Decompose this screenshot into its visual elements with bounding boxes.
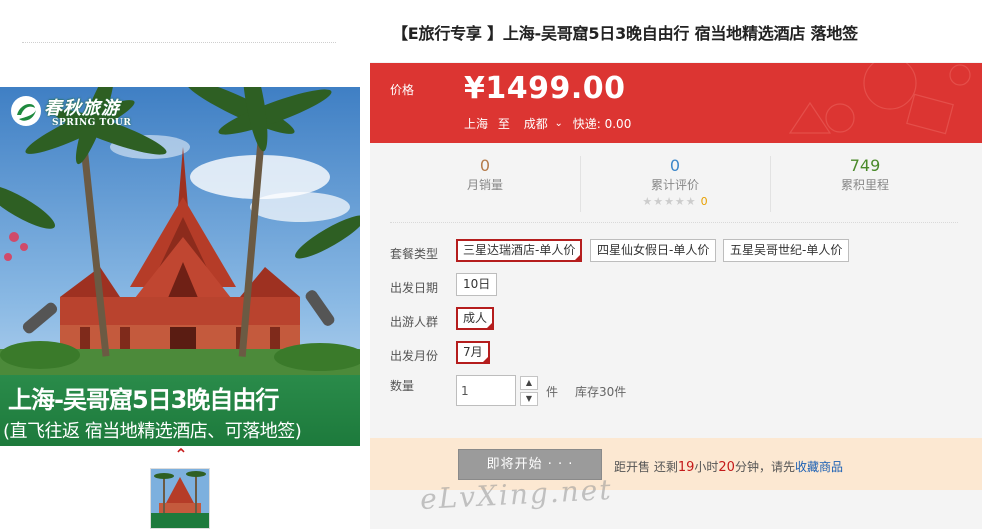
quantity-label: 数量	[390, 379, 415, 393]
rating-count: 0	[700, 195, 708, 208]
price-box: 价格 ¥1499.00 上海 至 成都 ⌄ 快递: 0.00	[370, 63, 982, 143]
spring-tour-logo-icon	[11, 96, 41, 126]
quantity-unit: 件	[546, 385, 559, 399]
ship-to-word: 至	[497, 117, 510, 131]
countdown-minutes: 20	[718, 460, 735, 475]
traveler-group-label: 出游人群	[390, 315, 439, 329]
chevron-down-icon[interactable]: ⌄	[555, 118, 563, 129]
package-type-label: 套餐类型	[390, 247, 439, 261]
quantity-up-icon[interactable]: ▲	[520, 376, 538, 390]
date-option-label: 10日	[463, 277, 491, 291]
product-main-image[interactable]: 春秋旅游 SPRING TOUR 上海-吴哥窟5日3晚自由行 (直飞往返 宿当地…	[0, 87, 360, 446]
countdown-prefix: 距开售 还剩	[614, 460, 678, 474]
divider	[22, 42, 336, 43]
quantity-down-icon[interactable]: ▼	[520, 392, 538, 406]
countdown-hours: 19	[677, 460, 695, 475]
destination-select[interactable]: 成都	[524, 115, 548, 132]
image-caption-title: 上海-吴哥窟5日3晚自由行	[8, 386, 279, 414]
thumbnail-image	[151, 469, 209, 528]
quantity-input[interactable]	[456, 375, 516, 406]
package-option-3star[interactable]: 三星达瑞酒店-单人价	[456, 239, 583, 262]
monthly-sales: 0 月销量	[390, 156, 580, 194]
star-icons: ★★★★★	[642, 195, 697, 208]
package-option-label: 三星达瑞酒店-单人价	[463, 243, 576, 257]
countdown-minutes-unit: 分钟，请先	[734, 460, 795, 474]
traveler-group-option[interactable]: 成人	[456, 307, 495, 330]
monthly-sales-value: 0	[479, 156, 491, 175]
departure-date-option[interactable]: 10日	[456, 273, 498, 296]
shipping-cost: 快递: 0.00	[572, 117, 632, 131]
price-box-pattern	[788, 63, 971, 135]
departure-date-label: 出发日期	[390, 281, 439, 295]
package-option-5star[interactable]: 五星吴哥世纪-单人价	[723, 239, 850, 262]
logo-text-cn: 春秋旅游	[44, 98, 120, 119]
departure-month-option[interactable]: 7月	[456, 341, 490, 364]
divider	[390, 222, 958, 223]
month-option-label: 7月	[463, 345, 483, 359]
mileage-points: 749 累积里程	[770, 156, 960, 194]
package-option-label: 四星仙女假日-单人价	[597, 243, 710, 257]
ship-from: 上海	[464, 117, 489, 131]
product-info-panel: 【E旅行专享 】上海-吴哥窟5日3晚自由行 宿当地精选酒店 落地签 价格 ¥14…	[370, 0, 982, 529]
mileage-label: 累积里程	[840, 178, 889, 192]
mileage-value: 749	[849, 156, 881, 175]
rating-stars: ★★★★★ 0	[580, 194, 770, 210]
stats-row: 0 月销量 0 累计评价 ★★★★★ 0 749 累积里程	[390, 148, 960, 216]
package-option-label: 五星吴哥世纪-单人价	[730, 243, 843, 257]
monthly-sales-label: 月销量	[466, 178, 503, 192]
image-caption-banner: 上海-吴哥窟5日3晚自由行 (直飞往返 宿当地精选酒店、可落地签)	[0, 375, 360, 446]
gallery-panel: 春秋旅游 SPRING TOUR 上海-吴哥窟5日3晚自由行 (直飞往返 宿当地…	[0, 0, 370, 529]
title-bar: 【E旅行专享 】上海-吴哥窟5日3晚自由行 宿当地精选酒店 落地签	[370, 0, 982, 62]
gallery-up-arrow-icon[interactable]: ⌃	[174, 447, 188, 463]
reviews[interactable]: 0 累计评价 ★★★★★ 0	[580, 156, 770, 210]
package-option-4star[interactable]: 四星仙女假日-单人价	[590, 239, 717, 262]
favorite-link[interactable]: 收藏商品	[795, 460, 843, 474]
departure-month-label: 出发月份	[390, 349, 439, 363]
countdown-hours-unit: 小时	[694, 460, 719, 474]
reviews-label: 累计评价	[650, 178, 699, 192]
logo-text-en: SPRING TOUR	[52, 118, 132, 128]
reviews-value: 0	[669, 156, 681, 175]
stock-text: 库存30件	[575, 385, 627, 399]
price-value: ¥1499.00	[464, 71, 626, 106]
product-title: 【E旅行专享 】上海-吴哥窟5日3晚自由行 宿当地精选酒店 落地签	[392, 24, 858, 43]
countdown-text: 距开售 还剩19小时20分钟，请先收藏商品	[614, 458, 843, 475]
image-caption-subtitle: (直飞往返 宿当地精选酒店、可落地签)	[3, 421, 302, 442]
brand-logo: 春秋旅游 SPRING TOUR	[8, 93, 131, 133]
shipping-row: 上海 至 成都 ⌄ 快递: 0.00	[464, 115, 631, 132]
price-label: 价格	[390, 83, 415, 97]
gallery-thumbnail[interactable]	[150, 468, 210, 529]
group-option-label: 成人	[463, 311, 488, 325]
